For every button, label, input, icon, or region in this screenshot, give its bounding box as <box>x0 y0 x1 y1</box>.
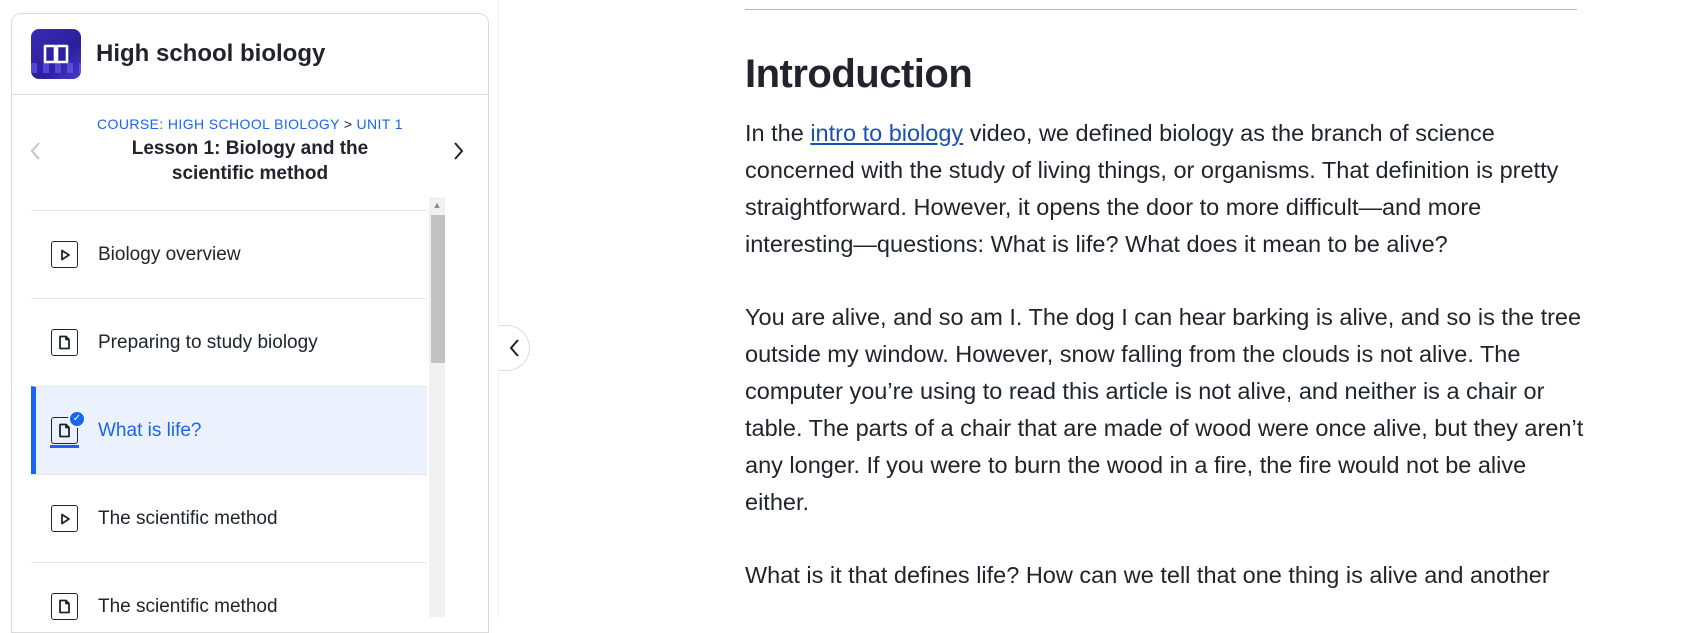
list-item-label: The scientific method <box>98 507 278 529</box>
lesson-item-list: Biology overview Preparing to study biol… <box>31 210 427 632</box>
article-icon <box>51 329 78 356</box>
panel-divider <box>498 0 499 618</box>
breadcrumb: COURSE: HIGH SCHOOL BIOLOGY > UNIT 1 <box>12 116 488 132</box>
lesson-sidebar: High school biology COURSE: HIGH SCHOOL … <box>11 13 489 633</box>
chevron-left-icon <box>509 339 519 357</box>
breadcrumb-unit-link[interactable]: UNIT 1 <box>356 116 403 132</box>
scroll-up-arrow-icon[interactable]: ▲ <box>429 197 445 213</box>
breadcrumb-separator: > <box>343 116 353 132</box>
breadcrumb-course-link[interactable]: COURSE: HIGH SCHOOL BIOLOGY <box>97 116 340 132</box>
list-item[interactable]: Biology overview <box>31 210 427 298</box>
section-heading: Introduction <box>745 52 973 96</box>
course-header[interactable]: High school biology <box>12 14 488 95</box>
next-lesson-icon[interactable] <box>452 138 466 169</box>
list-item[interactable]: Preparing to study biology <box>31 298 427 386</box>
list-item[interactable]: The scientific method <box>31 562 427 632</box>
lesson-title: Lesson 1: Biology and the scientific met… <box>131 138 369 184</box>
list-item-label: Preparing to study biology <box>98 331 318 353</box>
list-item[interactable]: The scientific method <box>31 474 427 562</box>
paragraph-text: In the <box>745 120 811 146</box>
video-icon <box>51 241 78 268</box>
scrollbar-thumb[interactable] <box>431 215 445 363</box>
paragraph: What is it that defines life? How can we… <box>745 562 1550 588</box>
list-item-label: Biology overview <box>98 243 241 265</box>
article-content: Introduction In the intro to biology vid… <box>745 52 1585 594</box>
article-icon <box>51 593 78 620</box>
completed-check-icon: ✓ <box>68 410 86 428</box>
collapse-sidebar-button[interactable] <box>498 325 530 371</box>
video-icon <box>51 505 78 532</box>
paragraph: You are alive, and so am I. The dog I ca… <box>745 304 1584 515</box>
lesson-navigator: COURSE: HIGH SCHOOL BIOLOGY > UNIT 1 Lesso… <box>12 95 488 207</box>
paragraph: In the intro to biology video, we define… <box>745 115 1585 263</box>
list-item-label: What is life? <box>98 419 202 441</box>
list-item-label: The scientific method <box>98 595 278 617</box>
article-icon: ✓ <box>50 410 86 448</box>
book-icon <box>31 29 81 79</box>
intro-to-biology-link[interactable]: intro to biology <box>810 120 963 146</box>
previous-lesson-icon[interactable] <box>28 138 42 169</box>
content-divider <box>745 9 1577 10</box>
course-title[interactable]: High school biology <box>96 40 325 68</box>
sidebar-scrollbar[interactable]: ▲ <box>429 197 445 617</box>
list-item-active[interactable]: ✓ What is life? <box>31 386 427 474</box>
